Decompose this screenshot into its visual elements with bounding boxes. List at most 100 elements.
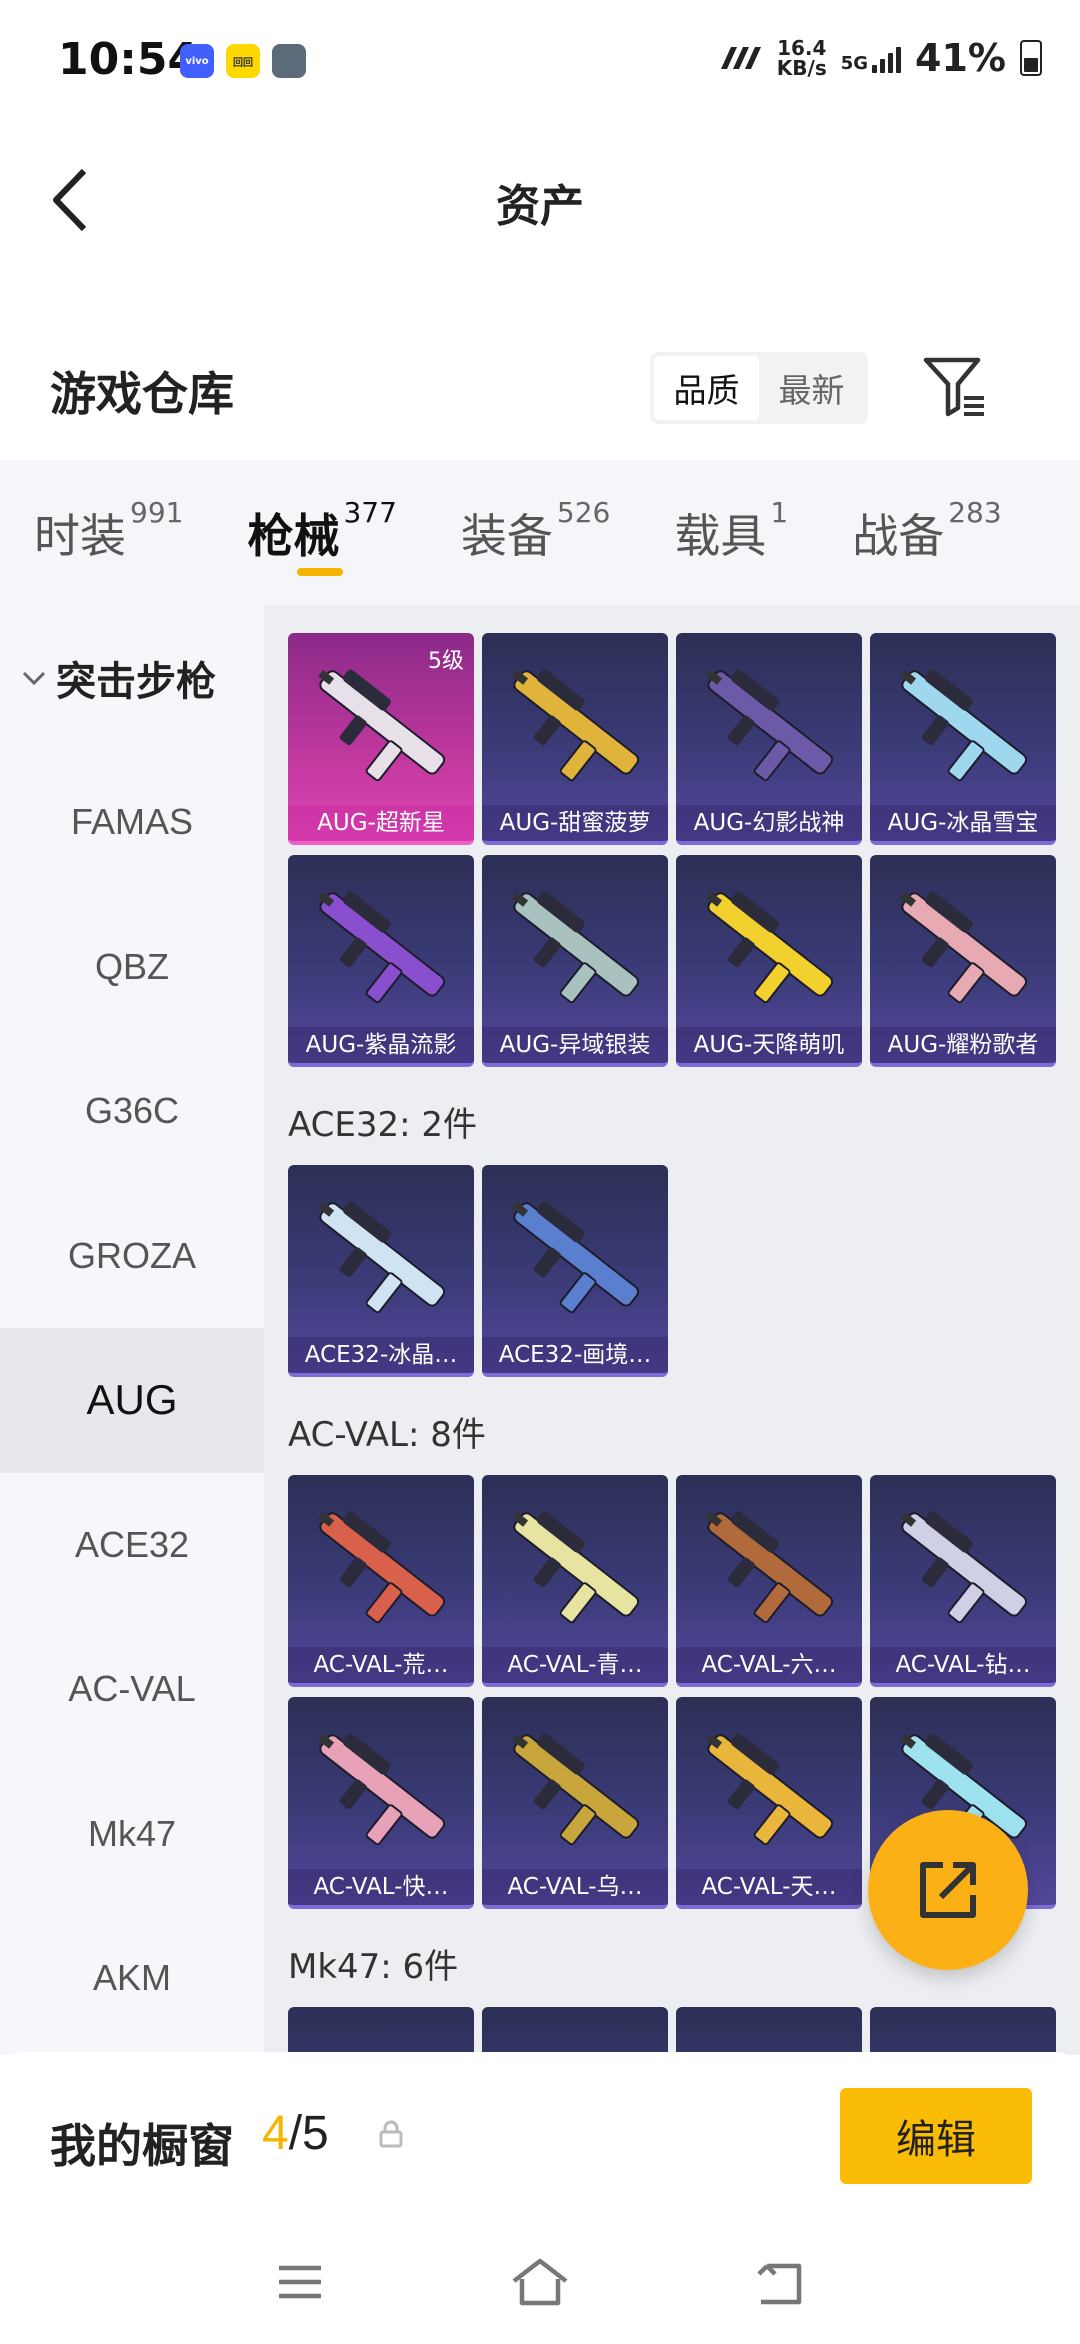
showcase-current: 4: [262, 2107, 289, 2160]
item-card[interactable]: AC-VAL-六…: [676, 1475, 862, 1687]
section-title-ac-val: AC-VAL: 8件: [288, 1415, 486, 1455]
net-speed-value: 16.4: [777, 36, 827, 60]
item-card[interactable]: [288, 2007, 474, 2055]
item-name: ACE32-画境…: [482, 1337, 668, 1373]
weapon-skin-image: [900, 669, 1028, 782]
item-card[interactable]: AC-VAL-快…: [288, 1697, 474, 1909]
tab-supplies[interactable]: 战备 283: [852, 460, 1001, 605]
ace32-item-grid: ACE32-冰晶… ACE32-画境…: [288, 1165, 1056, 1377]
aug-item-grid: 5级 AUG-超新星 AUG-甜蜜菠萝 AUG-幻影战神 AUG-冰晶雪宝 AUG-紫晶流…: [288, 633, 1056, 1067]
item-name: AC-VAL-天…: [676, 1869, 862, 1905]
item-card[interactable]: [870, 2007, 1056, 2055]
showcase-count: 4/5: [262, 2106, 329, 2161]
nav-back-button[interactable]: [750, 2252, 810, 2312]
sidebar-item-akm[interactable]: AKM: [0, 1906, 264, 2051]
page-title: 资产: [496, 181, 584, 232]
sidebar-item-g36c[interactable]: G36C: [0, 1039, 264, 1184]
chevron-down-icon: [22, 671, 46, 685]
nav-home-button[interactable]: [510, 2252, 570, 2312]
item-name: AUG-幻影战神: [676, 805, 862, 841]
item-card[interactable]: AUG-紫晶流影: [288, 855, 474, 1067]
item-card[interactable]: AC-VAL-青…: [482, 1475, 668, 1687]
home-icon: [512, 2258, 568, 2306]
system-nav-bar: [0, 2222, 1080, 2344]
weapon-skin-image: [512, 669, 640, 782]
app-header: 资产: [0, 120, 1080, 280]
tab-active-indicator: [297, 568, 344, 576]
section-title-mk47: Mk47: 6件: [288, 1947, 459, 1987]
item-card[interactable]: AUG-甜蜜菠萝: [482, 633, 668, 845]
tab-count: 991: [130, 496, 184, 529]
signal-group: 5G: [840, 43, 902, 74]
sidebar-item-groza[interactable]: GROZA: [0, 1184, 264, 1329]
tab-count: 283: [948, 496, 1002, 529]
nav-menu-button[interactable]: [270, 2252, 330, 2312]
category-tabs: 时装 991 枪械 377 装备 526 载具 1 战备 283: [0, 460, 1080, 605]
tab-guns[interactable]: 枪械 377: [247, 460, 397, 605]
item-card[interactable]: AUG-天降萌叽: [676, 855, 862, 1067]
tab-equipment[interactable]: 装备 526: [461, 460, 610, 605]
weapon-skin-image: [900, 1511, 1028, 1624]
item-name: AUG-耀粉歌者: [870, 1027, 1056, 1063]
item-name: ACE32-冰晶…: [288, 1337, 474, 1373]
item-card[interactable]: ACE32-冰晶…: [288, 1165, 474, 1377]
item-card[interactable]: AUG-冰晶雪宝: [870, 633, 1056, 845]
share-fab-button[interactable]: [868, 1810, 1028, 1970]
showcase-total: /5: [288, 2107, 329, 2160]
sidebar-item-ace32[interactable]: ACE32: [0, 1473, 264, 1618]
sidebar-item-ac-val[interactable]: AC-VAL: [0, 1617, 264, 1762]
sidebar-item-mk47[interactable]: Mk47: [0, 1762, 264, 1907]
item-card[interactable]: AC-VAL-天…: [676, 1697, 862, 1909]
sort-newest[interactable]: 最新: [759, 356, 864, 420]
item-card[interactable]: [676, 2007, 862, 2055]
mk47-item-grid: [288, 2007, 1056, 2055]
item-name: AUG-超新星: [288, 805, 474, 841]
item-card[interactable]: AUG-耀粉歌者: [870, 855, 1056, 1067]
item-card[interactable]: 5级 AUG-超新星: [288, 633, 474, 845]
battery-icon: [1020, 40, 1042, 76]
tab-count: 1: [770, 496, 789, 529]
weapon-skin-image: [900, 891, 1028, 1004]
huihui-app-icon: 回回: [226, 44, 260, 78]
item-name: AC-VAL-六…: [676, 1647, 862, 1683]
sidebar-category-label: 突击步枪: [56, 658, 216, 705]
item-name: AUG-天降萌叽: [676, 1027, 862, 1063]
item-name: AUG-异域银装: [482, 1027, 668, 1063]
item-card[interactable]: [482, 2007, 668, 2055]
tab-vehicles[interactable]: 载具 1: [674, 460, 788, 605]
item-card[interactable]: AC-VAL-荒…: [288, 1475, 474, 1687]
tab-label: 时装: [34, 509, 126, 563]
item-name: AC-VAL-快…: [288, 1869, 474, 1905]
status-bar: 10:54 vivo 回回 16.4 KB/s 5G 41%: [0, 0, 1080, 120]
sort-toggle: 品质 最新: [650, 352, 868, 424]
item-card[interactable]: AUG-异域银装: [482, 855, 668, 1067]
edit-button[interactable]: 编辑: [840, 2088, 1032, 2184]
filter-button[interactable]: [920, 352, 990, 422]
sidebar-item-famas[interactable]: FAMAS: [0, 750, 264, 895]
vivo-app-icon: vivo: [180, 44, 214, 78]
tab-count: 526: [556, 496, 611, 529]
weapon-skin-image: [318, 1733, 446, 1846]
sidebar-item-qbz[interactable]: QBZ: [0, 895, 264, 1040]
weapon-skin-image: [512, 891, 640, 1004]
weapon-skin-image: [318, 1201, 446, 1314]
game-app-icon: [272, 44, 306, 78]
weapon-sidebar: 突击步枪 FAMAS QBZ G36C GROZA AUG ACE32 AC-V…: [0, 605, 264, 2055]
sidebar-category-header[interactable]: 突击步枪: [0, 605, 264, 750]
filter-icon: [923, 357, 984, 417]
item-name: AC-VAL-乌…: [482, 1869, 668, 1905]
item-name: AUG-紫晶流影: [288, 1027, 474, 1063]
tab-count: 377: [343, 496, 397, 529]
sort-quality[interactable]: 品质: [654, 356, 759, 420]
item-level-badge: 5级: [428, 649, 464, 674]
battery-percent: 41%: [915, 36, 1006, 80]
item-card[interactable]: AC-VAL-钻…: [870, 1475, 1056, 1687]
network-type: 5G: [840, 53, 869, 74]
tab-fashion[interactable]: 时装 991: [34, 460, 183, 605]
weapon-skin-image: [706, 1511, 834, 1624]
item-card[interactable]: ACE32-画境…: [482, 1165, 668, 1377]
item-card[interactable]: AC-VAL-乌…: [482, 1697, 668, 1909]
item-name: AUG-甜蜜菠萝: [482, 805, 668, 841]
sidebar-item-aug[interactable]: AUG: [0, 1328, 264, 1473]
item-card[interactable]: AUG-幻影战神: [676, 633, 862, 845]
